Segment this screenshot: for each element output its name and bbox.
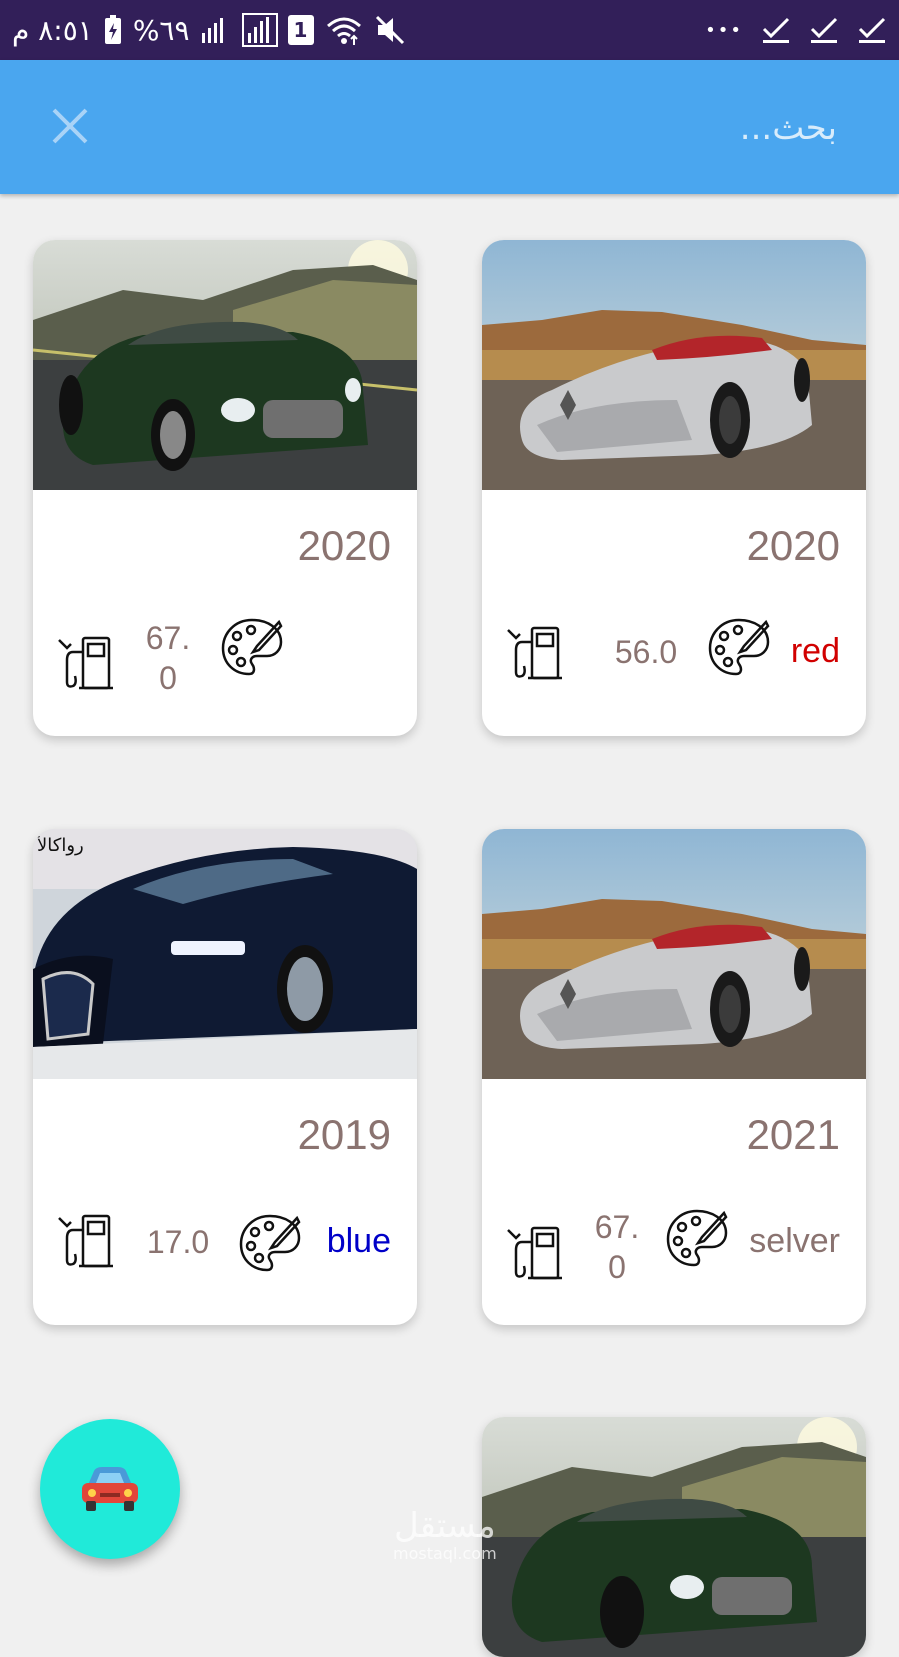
search-input[interactable] [275, 104, 839, 152]
check-icon [809, 15, 839, 45]
fuel-consumption: 67.0 [594, 1209, 640, 1285]
status-left: ٨:٥١ م %٦٩ 1 [12, 10, 406, 50]
fuel-icon [507, 626, 562, 680]
car-year: 2020 [297, 522, 391, 569]
battery-percent: %٦٩ [132, 13, 190, 47]
car-photo [482, 829, 866, 1079]
car-card[interactable]: رواكالأ 2019 17.0 blue [33, 829, 417, 1325]
check-icon [857, 15, 887, 45]
close-icon[interactable] [48, 104, 92, 148]
fuel-consumption: 67.0 [145, 620, 191, 696]
mute-icon [375, 15, 404, 45]
fuel-icon [58, 636, 113, 690]
car-icon [82, 1467, 138, 1511]
car-photo [33, 240, 417, 490]
search-bar [0, 60, 899, 194]
add-car-button[interactable] [40, 1419, 180, 1559]
watermark-url: mostaql.com [393, 1544, 497, 1563]
fuel-consumption: 17.0 [146, 1224, 210, 1260]
car-photo [482, 240, 866, 490]
fuel-icon [507, 1226, 562, 1280]
status-bar: ٨:٥١ م %٦٩ 1 ••• [0, 0, 899, 60]
car-color: red [790, 632, 840, 670]
signal-box-icon [241, 13, 278, 47]
color-palette-icon [666, 1209, 728, 1267]
car-year: 2021 [746, 1111, 840, 1158]
more-notifications-icon: ••• [705, 19, 743, 41]
battery-icon [104, 15, 121, 44]
wifi-icon [326, 17, 361, 45]
svg-text:رواكالأ: رواكالأ [36, 834, 84, 856]
fuel-icon [58, 1214, 113, 1268]
car-year: 2019 [297, 1111, 391, 1158]
signal-icon [201, 18, 223, 43]
car-photo [482, 1417, 866, 1657]
car-year: 2020 [746, 522, 840, 569]
sim-slot-icon: 1 [287, 15, 314, 45]
car-card[interactable]: 2021 67.0 selver [482, 829, 866, 1325]
color-palette-icon [239, 1214, 301, 1272]
car-card[interactable]: 2020 67.0 [33, 240, 417, 736]
car-card[interactable] [482, 1417, 866, 1657]
check-icon [761, 15, 791, 45]
color-palette-icon [708, 618, 770, 676]
car-color: selver [749, 1222, 840, 1260]
car-color: blue [326, 1222, 391, 1260]
status-right: ••• [705, 10, 887, 50]
clock: ٨:٥١ م [12, 13, 93, 47]
car-card[interactable]: 2020 56.0 red [482, 240, 866, 736]
car-photo: رواكالأ [33, 829, 417, 1079]
fuel-consumption: 56.0 [614, 634, 678, 670]
color-palette-icon [221, 618, 283, 676]
close-button[interactable] [48, 104, 92, 148]
watermark: مستقل mostaql.com [393, 1509, 497, 1568]
